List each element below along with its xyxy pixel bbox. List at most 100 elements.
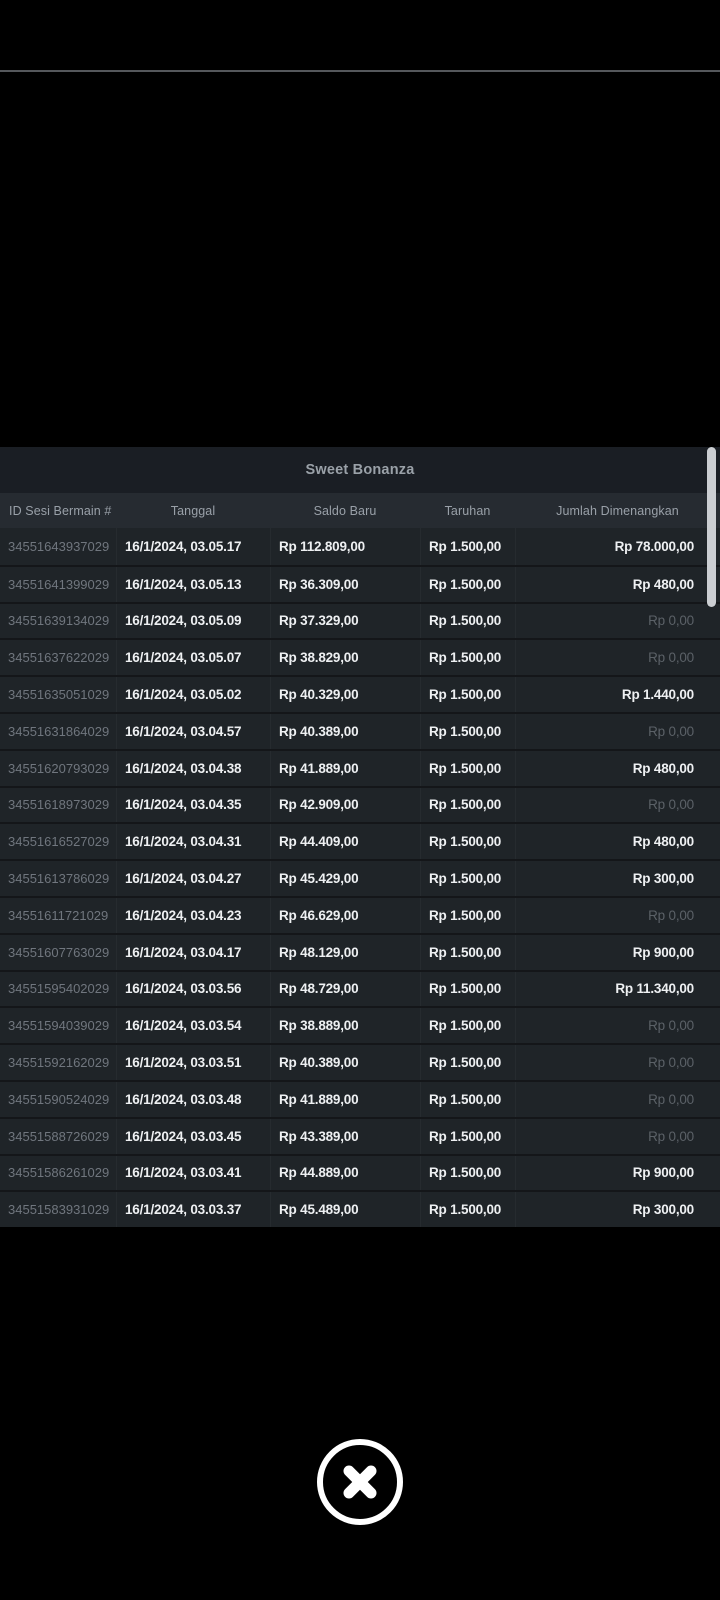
cell-date: 16/1/2024, 03.03.54 bbox=[116, 1008, 270, 1043]
cell-id: 34551637622029 bbox=[0, 640, 116, 675]
cell-balance: Rp 43.389,00 bbox=[270, 1119, 420, 1154]
cell-win: Rp 0,00 bbox=[515, 714, 720, 749]
table-row: 3455159403902916/1/2024, 03.03.54Rp 38.8… bbox=[0, 1006, 720, 1043]
cell-win: Rp 480,00 bbox=[515, 751, 720, 786]
cell-win: Rp 0,00 bbox=[515, 1008, 720, 1043]
cell-date: 16/1/2024, 03.04.31 bbox=[116, 824, 270, 859]
cell-id: 34551616527029 bbox=[0, 824, 116, 859]
cell-date: 16/1/2024, 03.04.23 bbox=[116, 898, 270, 933]
cell-balance: Rp 40.329,00 bbox=[270, 677, 420, 712]
cell-id: 34551594039029 bbox=[0, 1008, 116, 1043]
column-header-win: Jumlah Dimenangkan bbox=[515, 493, 720, 528]
cell-win: Rp 900,00 bbox=[515, 935, 720, 970]
table-row: 3455159540202916/1/2024, 03.03.56Rp 48.7… bbox=[0, 970, 720, 1007]
cell-balance: Rp 36.309,00 bbox=[270, 567, 420, 602]
cell-id: 34551643937029 bbox=[0, 528, 116, 565]
cell-balance: Rp 45.489,00 bbox=[270, 1192, 420, 1227]
cell-balance: Rp 112.809,00 bbox=[270, 528, 420, 565]
cell-balance: Rp 44.409,00 bbox=[270, 824, 420, 859]
table-body[interactable]: 3455164393702916/1/2024, 03.05.17Rp 112.… bbox=[0, 528, 720, 1227]
column-header-bet: Taruhan bbox=[420, 493, 515, 528]
cell-win: Rp 0,00 bbox=[515, 898, 720, 933]
top-divider-line bbox=[0, 70, 720, 72]
cell-date: 16/1/2024, 03.05.17 bbox=[116, 528, 270, 565]
table-row: 3455163762202916/1/2024, 03.05.07Rp 38.8… bbox=[0, 638, 720, 675]
table-row: 3455163913402916/1/2024, 03.05.09Rp 37.3… bbox=[0, 602, 720, 639]
cell-bet: Rp 1.500,00 bbox=[420, 1192, 515, 1227]
table-row: 3455161172102916/1/2024, 03.04.23Rp 46.6… bbox=[0, 896, 720, 933]
table-row: 3455159216202916/1/2024, 03.03.51Rp 40.3… bbox=[0, 1043, 720, 1080]
cell-bet: Rp 1.500,00 bbox=[420, 1082, 515, 1117]
cell-balance: Rp 45.429,00 bbox=[270, 861, 420, 896]
cell-bet: Rp 1.500,00 bbox=[420, 640, 515, 675]
cell-bet: Rp 1.500,00 bbox=[420, 604, 515, 639]
table-row: 3455161652702916/1/2024, 03.04.31Rp 44.4… bbox=[0, 822, 720, 859]
cell-bet: Rp 1.500,00 bbox=[420, 1008, 515, 1043]
cell-win: Rp 0,00 bbox=[515, 1082, 720, 1117]
cell-id: 34551618973029 bbox=[0, 788, 116, 823]
cell-date: 16/1/2024, 03.05.09 bbox=[116, 604, 270, 639]
table-row: 3455158626102916/1/2024, 03.03.41Rp 44.8… bbox=[0, 1154, 720, 1191]
cell-balance: Rp 40.389,00 bbox=[270, 714, 420, 749]
cell-id: 34551611721029 bbox=[0, 898, 116, 933]
cell-bet: Rp 1.500,00 bbox=[420, 972, 515, 1007]
close-icon bbox=[337, 1459, 383, 1505]
table-row: 3455164139902916/1/2024, 03.05.13Rp 36.3… bbox=[0, 565, 720, 602]
cell-date: 16/1/2024, 03.03.56 bbox=[116, 972, 270, 1007]
cell-win: Rp 0,00 bbox=[515, 1119, 720, 1154]
cell-date: 16/1/2024, 03.03.48 bbox=[116, 1082, 270, 1117]
app-screen: { "modal": { "title": "Sweet Bonanza", "… bbox=[0, 0, 720, 1600]
close-button[interactable] bbox=[317, 1439, 403, 1525]
cell-bet: Rp 1.500,00 bbox=[420, 861, 515, 896]
scrollbar-thumb[interactable] bbox=[707, 447, 716, 607]
cell-id: 34551595402029 bbox=[0, 972, 116, 1007]
cell-balance: Rp 37.329,00 bbox=[270, 604, 420, 639]
cell-date: 16/1/2024, 03.04.57 bbox=[116, 714, 270, 749]
cell-win: Rp 1.440,00 bbox=[515, 677, 720, 712]
table-row: 3455160776302916/1/2024, 03.04.17Rp 48.1… bbox=[0, 933, 720, 970]
table-row: 3455163505102916/1/2024, 03.05.02Rp 40.3… bbox=[0, 675, 720, 712]
cell-balance: Rp 48.729,00 bbox=[270, 972, 420, 1007]
cell-win: Rp 0,00 bbox=[515, 1045, 720, 1080]
column-header-balance: Saldo Baru bbox=[270, 493, 420, 528]
cell-balance: Rp 41.889,00 bbox=[270, 1082, 420, 1117]
cell-date: 16/1/2024, 03.03.51 bbox=[116, 1045, 270, 1080]
cell-bet: Rp 1.500,00 bbox=[420, 1119, 515, 1154]
cell-balance: Rp 38.829,00 bbox=[270, 640, 420, 675]
cell-id: 34551592162029 bbox=[0, 1045, 116, 1080]
column-header-id: ID Sesi Bermain # bbox=[0, 493, 116, 528]
cell-balance: Rp 48.129,00 bbox=[270, 935, 420, 970]
table-row: 3455162079302916/1/2024, 03.04.38Rp 41.8… bbox=[0, 749, 720, 786]
cell-bet: Rp 1.500,00 bbox=[420, 567, 515, 602]
cell-date: 16/1/2024, 03.03.41 bbox=[116, 1156, 270, 1191]
cell-balance: Rp 40.389,00 bbox=[270, 1045, 420, 1080]
table-row: 3455158393102916/1/2024, 03.03.37Rp 45.4… bbox=[0, 1190, 720, 1227]
cell-date: 16/1/2024, 03.05.13 bbox=[116, 567, 270, 602]
column-header-date: Tanggal bbox=[116, 493, 270, 528]
cell-id: 34551641399029 bbox=[0, 567, 116, 602]
cell-win: Rp 11.340,00 bbox=[515, 972, 720, 1007]
table-row: 3455164393702916/1/2024, 03.05.17Rp 112.… bbox=[0, 528, 720, 565]
cell-bet: Rp 1.500,00 bbox=[420, 935, 515, 970]
cell-balance: Rp 38.889,00 bbox=[270, 1008, 420, 1043]
cell-bet: Rp 1.500,00 bbox=[420, 1156, 515, 1191]
cell-id: 34551583931029 bbox=[0, 1192, 116, 1227]
cell-bet: Rp 1.500,00 bbox=[420, 677, 515, 712]
cell-win: Rp 78.000,00 bbox=[515, 528, 720, 565]
cell-id: 34551631864029 bbox=[0, 714, 116, 749]
cell-bet: Rp 1.500,00 bbox=[420, 528, 515, 565]
cell-id: 34551635051029 bbox=[0, 677, 116, 712]
cell-bet: Rp 1.500,00 bbox=[420, 1045, 515, 1080]
table-row: 3455158872602916/1/2024, 03.03.45Rp 43.3… bbox=[0, 1117, 720, 1154]
cell-win: Rp 0,00 bbox=[515, 604, 720, 639]
cell-date: 16/1/2024, 03.04.35 bbox=[116, 788, 270, 823]
cell-date: 16/1/2024, 03.05.07 bbox=[116, 640, 270, 675]
cell-id: 34551613786029 bbox=[0, 861, 116, 896]
cell-bet: Rp 1.500,00 bbox=[420, 714, 515, 749]
modal-title-bar: Sweet Bonanza bbox=[0, 447, 720, 493]
cell-bet: Rp 1.500,00 bbox=[420, 788, 515, 823]
cell-win: Rp 300,00 bbox=[515, 861, 720, 896]
cell-date: 16/1/2024, 03.04.17 bbox=[116, 935, 270, 970]
cell-date: 16/1/2024, 03.04.27 bbox=[116, 861, 270, 896]
cell-date: 16/1/2024, 03.04.38 bbox=[116, 751, 270, 786]
